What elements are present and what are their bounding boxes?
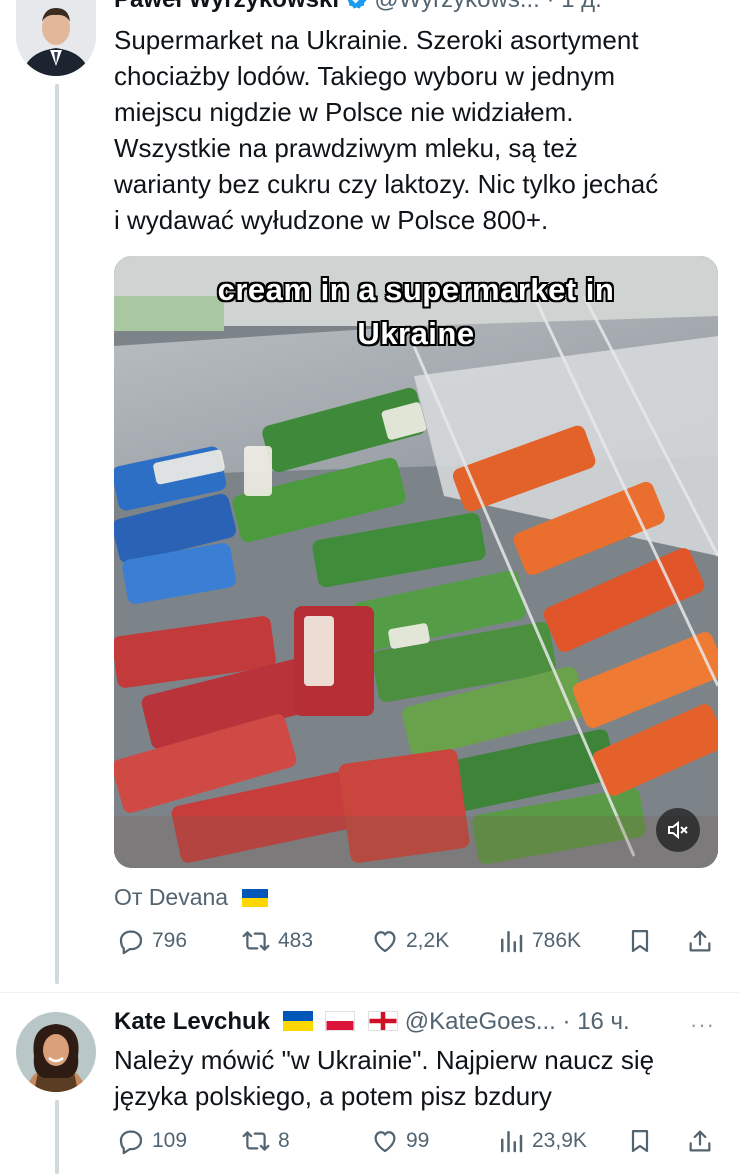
views-button[interactable]: 23,9K [496, 1126, 587, 1156]
tweet-text-line: miejscu nigdzie w Polsce nie widziałem. [114, 97, 574, 127]
video-caption: Ukraine [357, 316, 475, 351]
reply-button[interactable]: 109 [116, 1126, 187, 1156]
reply-icon [119, 1130, 143, 1155]
tweet-text: Należy mówić "w Ukrainie". Najpierw nauc… [114, 1042, 654, 1114]
divider [0, 992, 739, 993]
poland-flag-icon [325, 1011, 356, 1031]
reply-count: 109 [152, 1129, 188, 1152]
views-icon [501, 1131, 523, 1153]
thread-line [55, 84, 59, 984]
author-handle[interactable]: @KateGoes... [405, 1008, 556, 1035]
ukraine-flag-icon [282, 1011, 313, 1031]
tweet-text-line: Wszystkie na prawdziwym mleku, są też [114, 133, 578, 163]
like-button[interactable]: 99 [370, 1126, 429, 1156]
more-options-button[interactable]: ··· [690, 1012, 715, 1038]
tweet-actions: 796 483 2,2K 786K [114, 926, 718, 966]
tweet-text-line: języka polskiego, a potem pisz bzdury [114, 1081, 552, 1111]
tweet-video[interactable]: cream in a supermarket in Ukraine [114, 256, 718, 868]
share-icon [689, 1130, 711, 1152]
author-handle[interactable]: @Wyrzykows... [374, 0, 539, 13]
tweet-time[interactable]: · 16 ч. [563, 1008, 630, 1035]
tweet-actions: 109 8 99 23,9K [114, 1126, 718, 1166]
reply-count: 796 [152, 929, 188, 952]
source-text: От Devana [114, 884, 229, 910]
author-name[interactable]: Kate Levchuk [114, 1008, 270, 1035]
source-label[interactable]: От Devana [114, 884, 269, 911]
video-caption: cream in a supermarket in [217, 272, 615, 307]
share-button[interactable] [686, 1126, 714, 1156]
like-count: 99 [406, 1129, 430, 1152]
like-count: 2,2K [406, 929, 450, 952]
author-name[interactable]: Paweł Wyrzykowski [114, 0, 339, 13]
england-flag-icon [368, 1011, 399, 1031]
repost-button[interactable]: 483 [240, 926, 313, 956]
thread-line [55, 1100, 59, 1174]
bookmark-icon [631, 929, 649, 953]
mute-button[interactable] [656, 808, 700, 852]
like-button[interactable]: 2,2K [370, 926, 449, 956]
tweet-text-line: Supermarket na Ukrainie. Szeroki asortym… [114, 25, 639, 55]
reply-button[interactable]: 796 [116, 926, 187, 956]
avatar[interactable] [16, 0, 96, 76]
repost-count: 483 [278, 929, 314, 952]
views-count: 23,9K [532, 1129, 587, 1152]
share-button[interactable] [686, 926, 714, 956]
views-icon [501, 931, 523, 953]
verified-badge-icon [347, 0, 367, 9]
tweet-text-line: chociażby lodów. Takiego wyboru w jednym [114, 61, 616, 91]
repost-icon [242, 931, 270, 951]
tweet-text-line: Należy mówić "w Ukrainie". Najpierw nauc… [114, 1045, 655, 1075]
ukraine-flag-icon [242, 889, 269, 907]
tweet-time[interactable]: · 1 д. [547, 0, 602, 13]
reply-icon [119, 930, 143, 955]
volume-muted-icon [668, 820, 688, 840]
views-count: 786K [532, 929, 582, 952]
tweet-text-line: warianty bez cukru czy laktozy. Nic tylk… [114, 169, 659, 199]
tweet-text-line: i wydawać wyłudzone w Polsce 800+. [114, 205, 549, 235]
tweet-text: Supermarket na Ukrainie. Szeroki asortym… [114, 22, 658, 238]
views-button[interactable]: 786K [496, 926, 581, 956]
heart-icon [374, 931, 396, 953]
share-icon [689, 930, 711, 952]
avatar[interactable] [16, 1012, 96, 1092]
tweet-header: Kate Levchuk @KateGoes... · 16 ч. [114, 1008, 630, 1036]
bookmark-button[interactable] [626, 926, 654, 956]
bookmark-button[interactable] [626, 1126, 654, 1156]
heart-icon [374, 1131, 396, 1153]
repost-icon [242, 1131, 270, 1151]
tweet-header: Paweł Wyrzykowski @Wyrzykows... · 1 д. [114, 0, 602, 14]
bookmark-icon [631, 1129, 649, 1153]
repost-count: 8 [278, 1129, 290, 1152]
repost-button[interactable]: 8 [240, 1126, 290, 1156]
